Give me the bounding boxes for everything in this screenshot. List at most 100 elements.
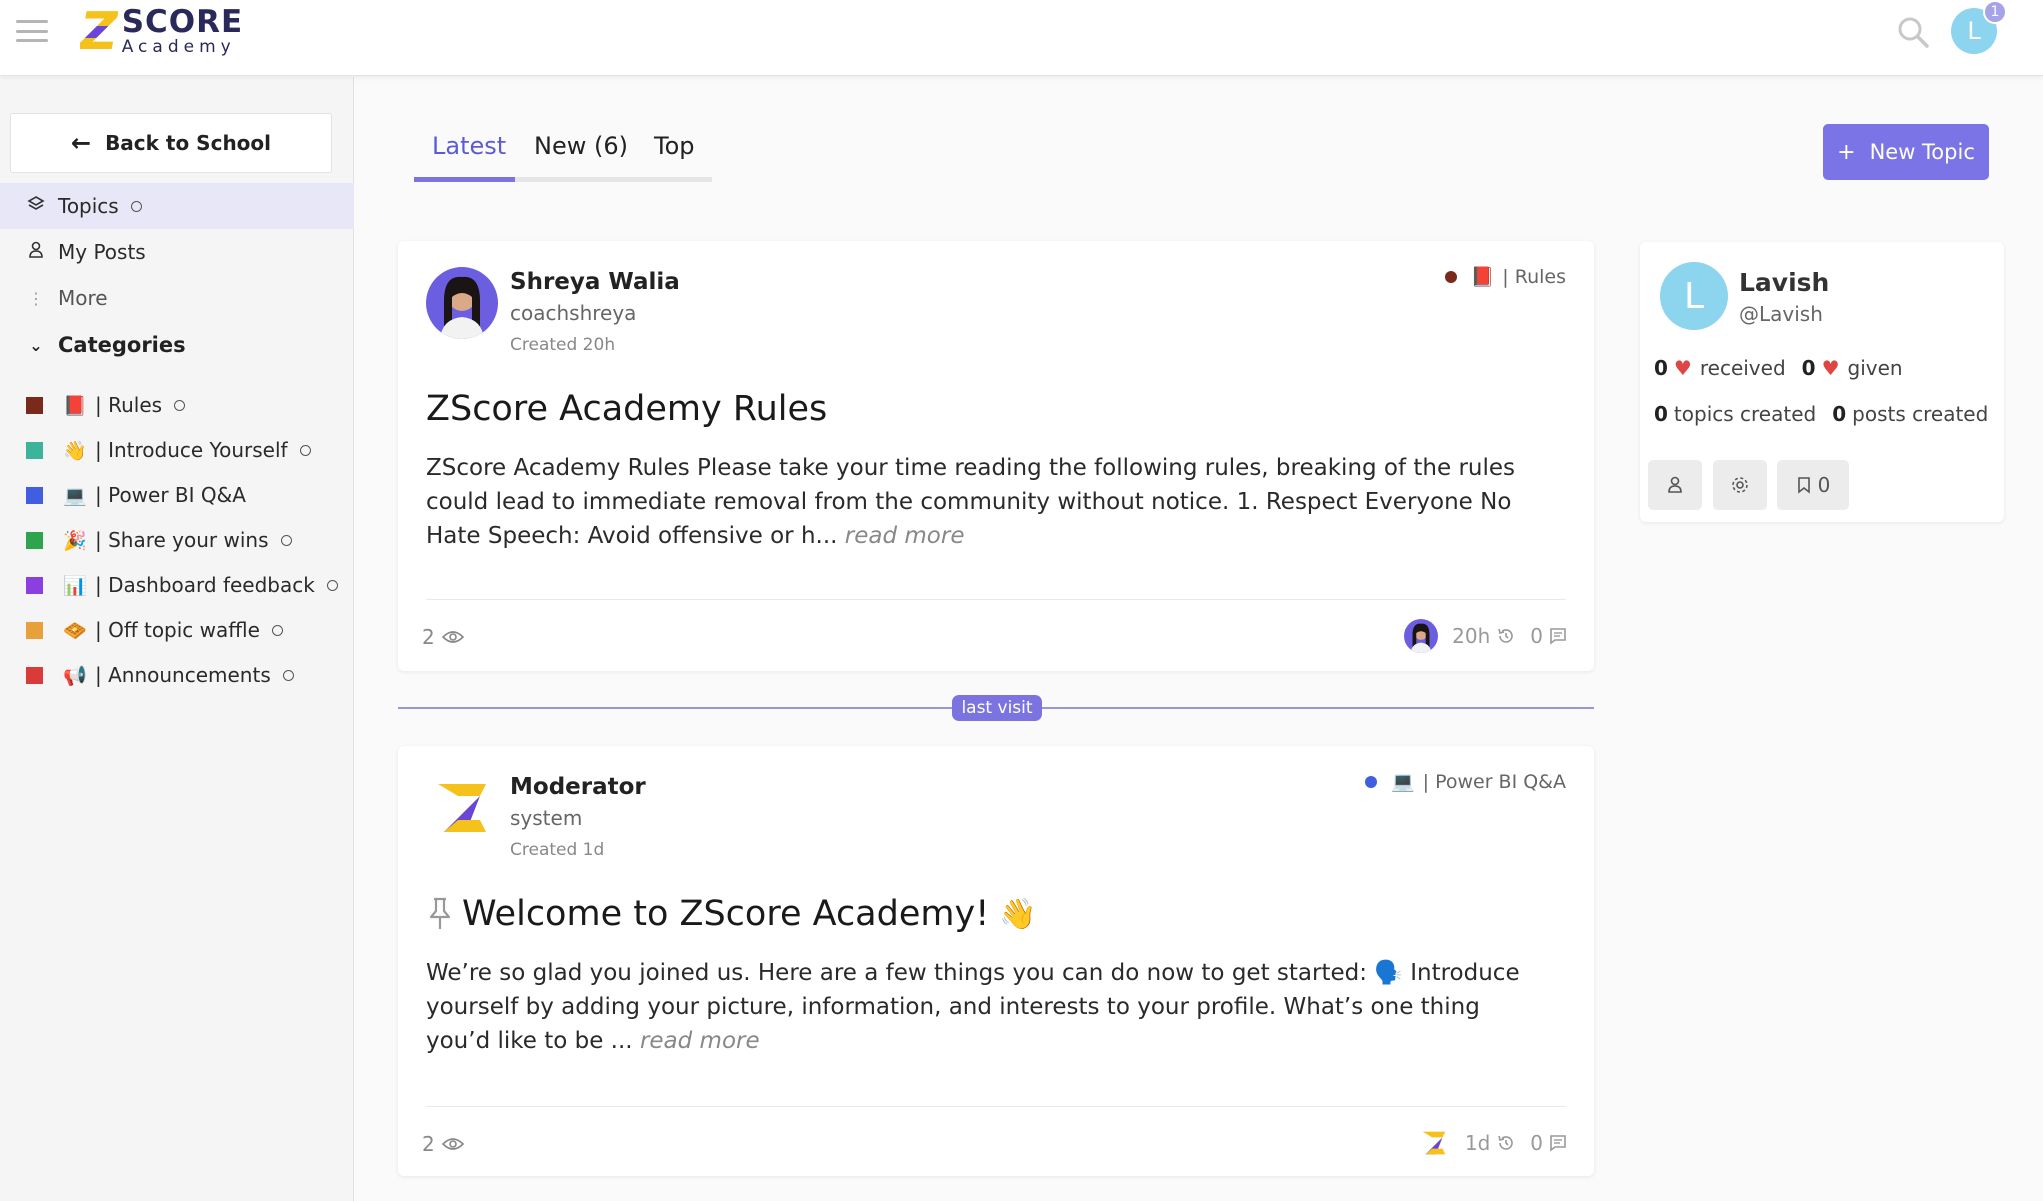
topic-excerpt: ZScore Academy Rules Please take your ti… xyxy=(426,451,1546,553)
party-popper-icon: 🎉 xyxy=(63,529,87,552)
more-icon: ⋮ xyxy=(28,288,44,308)
last-activity-time[interactable]: 20h xyxy=(1452,624,1490,648)
categories-header[interactable]: ⌄ Categories xyxy=(26,333,185,357)
arrow-left-icon: ← xyxy=(70,129,92,157)
eye-icon xyxy=(441,631,464,643)
reply-count: 0 xyxy=(1530,1131,1543,1155)
category-tag[interactable]: 📕 | Rules xyxy=(1444,265,1566,288)
topic-title[interactable]: Welcome to ZScore Academy! xyxy=(462,894,989,934)
sidebar-category-share-your-wins[interactable]: 🎉 | Share your wins xyxy=(26,520,292,560)
top-header: Z SCORE Academy L 1 xyxy=(0,0,2043,76)
sidebar-item-topics[interactable]: Topics xyxy=(0,183,354,229)
category-label: | Share your wins xyxy=(95,528,269,552)
read-more-link[interactable]: read more xyxy=(640,1028,760,1054)
active-tab-indicator xyxy=(414,177,515,182)
topic-card[interactable]: Shreya Walia coachshreya Created 20h 📕 |… xyxy=(398,241,1594,671)
category-label: | Introduce Yourself xyxy=(95,438,288,462)
posts-created-count: 0 xyxy=(1832,402,1847,426)
back-to-school-label: Back to School xyxy=(105,131,272,155)
reply-count: 0 xyxy=(1530,624,1543,648)
bookmarks-button[interactable]: 0 xyxy=(1777,460,1849,510)
logo-sub-text: Academy xyxy=(121,37,236,58)
tab-top[interactable]: Top xyxy=(654,132,695,160)
topics-created-count: 0 xyxy=(1654,402,1668,426)
waving-hand-icon: 👋 xyxy=(999,896,1037,932)
category-tag-label: | Rules xyxy=(1502,265,1566,288)
topic-activity: 20h 0 xyxy=(1404,619,1568,653)
profile-avatar[interactable]: L xyxy=(1660,262,1728,330)
sidebar-category-rules[interactable]: 📕 | Rules xyxy=(26,385,186,425)
notification-badge[interactable]: 1 xyxy=(1983,0,2007,24)
content-stats: 0 topics created 0 posts created xyxy=(1654,402,1988,426)
last-visit-badge: last visit xyxy=(952,695,1042,721)
laptop-icon: 💻 xyxy=(63,484,87,507)
category-dot xyxy=(1364,775,1377,788)
posts-created-label: posts created xyxy=(1852,402,1989,426)
view-count: 2 xyxy=(422,1132,465,1156)
author-username: system xyxy=(510,806,583,830)
category-label: | Announcements xyxy=(95,663,271,687)
author-avatar[interactable] xyxy=(426,772,498,844)
category-tag[interactable]: 💻 | Power BI Q&A xyxy=(1364,770,1566,793)
sidebar-item-my-posts[interactable]: My Posts xyxy=(0,229,354,275)
topic-title-row[interactable]: Welcome to ZScore Academy! 👋 xyxy=(426,894,1037,934)
comment-icon xyxy=(1550,1135,1566,1152)
new-indicator-icon xyxy=(280,534,292,546)
new-indicator-icon xyxy=(299,444,311,456)
category-color-swatch xyxy=(26,666,43,684)
new-indicator-icon xyxy=(174,399,186,411)
logo-main-text: SCORE xyxy=(121,4,244,41)
poster-avatar[interactable] xyxy=(1416,1126,1451,1160)
sidebar-category-off-topic-waffle[interactable]: 🧇 | Off topic waffle xyxy=(26,610,283,650)
topics-created-label: topics created xyxy=(1673,402,1817,426)
gear-icon xyxy=(1732,477,1748,493)
author-name[interactable]: Moderator xyxy=(510,774,646,800)
poster-avatar[interactable] xyxy=(1404,619,1439,653)
sidebar-item-label: My Posts xyxy=(58,240,146,264)
view-count: 2 xyxy=(422,625,465,649)
topic-title[interactable]: ZScore Academy Rules xyxy=(426,389,827,429)
user-icon xyxy=(26,241,46,264)
likes-stats: 0 ♥ received 0 ♥ given xyxy=(1654,356,1903,380)
pin-icon xyxy=(429,897,451,929)
sidebar-item-label: Topics xyxy=(58,194,119,218)
profile-name[interactable]: Lavish xyxy=(1739,268,1829,297)
category-color-swatch xyxy=(26,531,43,549)
sidebar-category-dashboard-feedback[interactable]: 📊 | Dashboard feedback xyxy=(26,565,338,605)
author-name[interactable]: Shreya Walia xyxy=(510,269,680,295)
last-activity-time[interactable]: 1d xyxy=(1465,1131,1490,1155)
author-avatar[interactable] xyxy=(426,267,498,339)
sidebar-category-power-bi-qa[interactable]: 💻 | Power BI Q&A xyxy=(26,475,246,515)
created-time: Created 1d xyxy=(510,840,605,860)
history-icon xyxy=(1498,628,1514,643)
profile-handle: @Lavish xyxy=(1739,302,1823,326)
category-dot xyxy=(1444,270,1457,283)
book-icon: 📕 xyxy=(63,394,87,417)
card-divider xyxy=(426,1106,1566,1107)
excerpt-text: ZScore Academy Rules Please take your ti… xyxy=(426,455,1516,549)
likes-received-label: received xyxy=(1699,356,1786,380)
preferences-button[interactable] xyxy=(1713,460,1767,510)
sidebar-item-more[interactable]: ⋮ More xyxy=(0,275,354,321)
tab-latest[interactable]: Latest xyxy=(432,132,506,160)
back-to-school-button[interactable]: ← Back to School xyxy=(10,113,332,173)
user-icon xyxy=(1668,476,1682,493)
category-label: | Dashboard feedback xyxy=(95,573,315,597)
waving-hand-icon: 👋 xyxy=(63,439,87,462)
new-indicator-icon xyxy=(282,669,294,681)
category-color-swatch xyxy=(26,621,43,639)
zscore-logo[interactable]: Z SCORE Academy xyxy=(80,4,243,60)
topic-card[interactable]: Moderator system Created 1d 💻 | Power BI… xyxy=(398,746,1594,1176)
tab-new[interactable]: New (6) xyxy=(534,132,628,160)
laptop-icon: 💻 xyxy=(1390,771,1415,793)
search-icon[interactable] xyxy=(1893,12,1933,52)
profile-button[interactable] xyxy=(1648,460,1702,510)
sidebar-category-announcements[interactable]: 📢 | Announcements xyxy=(26,655,294,695)
read-more-link[interactable]: read more xyxy=(845,523,965,549)
new-topic-button[interactable]: + New Topic xyxy=(1823,124,1989,180)
view-count-value: 2 xyxy=(422,625,435,649)
waffle-icon: 🧇 xyxy=(63,619,87,642)
sidebar-category-introduce-yourself[interactable]: 👋 | Introduce Yourself xyxy=(26,430,311,470)
new-indicator-icon xyxy=(130,200,142,212)
hamburger-menu-icon[interactable] xyxy=(16,18,48,44)
